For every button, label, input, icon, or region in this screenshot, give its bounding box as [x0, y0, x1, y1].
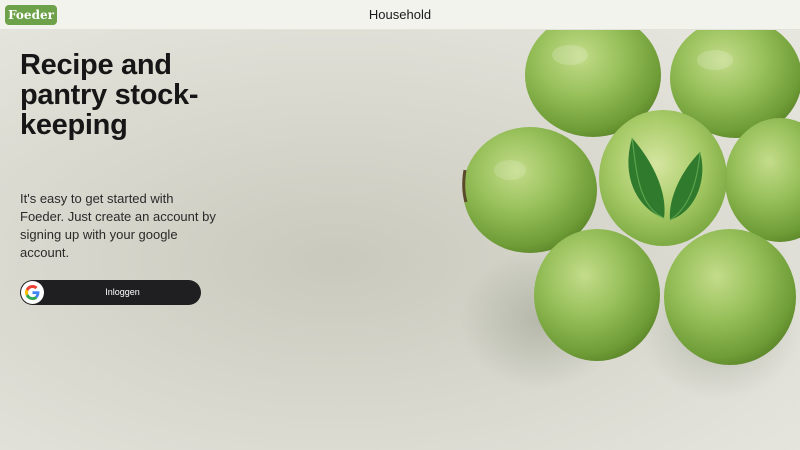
google-icon — [21, 281, 44, 304]
hero-description: It's easy to get started with Foeder. Ju… — [20, 191, 216, 260]
login-button-label: Inloggen — [105, 287, 140, 297]
google-login-button[interactable]: Inloggen — [20, 280, 201, 305]
green-apples-image — [460, 30, 800, 400]
hero-section: Recipe and pantry stock-keeping It's eas… — [0, 30, 800, 450]
top-bar: Foeder Household — [0, 0, 800, 30]
hero-headline: Recipe and pantry stock-keeping — [20, 49, 199, 141]
page-title: Household — [368, 7, 432, 22]
